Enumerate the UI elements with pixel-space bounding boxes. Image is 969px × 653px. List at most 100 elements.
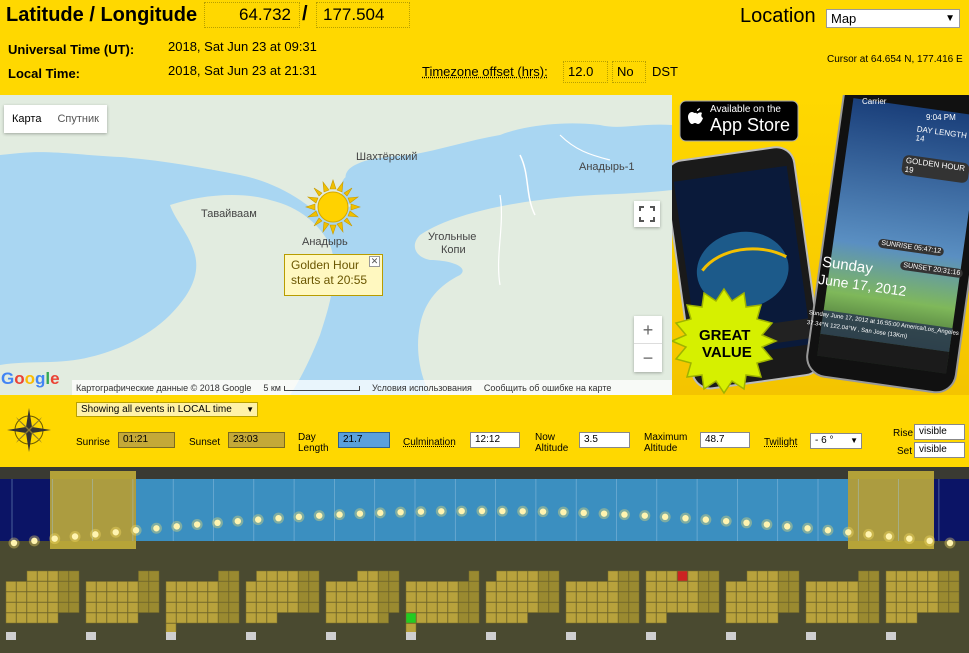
calendar-day	[148, 591, 160, 603]
calendar-day	[388, 602, 400, 613]
twilight-select-value: - 6 °	[815, 435, 834, 446]
fullscreen-icon	[639, 206, 655, 222]
location-select[interactable]: Map ▼	[826, 9, 960, 28]
map-view[interactable]: Карта Спутник Шахтёрский Анадырь-1 Тавай…	[0, 95, 672, 395]
chevron-down-icon: ▼	[246, 405, 254, 414]
twilight-select[interactable]: - 6 ° ▼	[810, 433, 862, 449]
sun-path-dot	[621, 511, 628, 518]
report-error-link[interactable]: Сообщить об ошибке на карте	[484, 383, 611, 393]
longitude-field[interactable]: 177.504	[316, 2, 410, 28]
ut-value[interactable]: 2018, Sat Jun 23 at 09:31	[168, 39, 317, 54]
calendar-day	[37, 602, 48, 613]
calendar-day	[607, 612, 619, 624]
calendar-day	[58, 591, 69, 603]
now-altitude-label-1: Now	[535, 432, 556, 443]
calendar-day	[266, 591, 278, 603]
calendar-day	[228, 581, 240, 592]
latitude-field[interactable]: 64.732	[204, 2, 300, 28]
zoom-in-button[interactable]: +	[634, 316, 662, 344]
calendar-day	[826, 591, 838, 603]
calendar-day	[218, 591, 229, 603]
calendar-day	[778, 602, 789, 613]
calendar-day	[58, 570, 69, 582]
calendar-day	[725, 591, 737, 603]
calendar-day	[308, 581, 320, 592]
calendar-day	[938, 581, 949, 592]
calendar-day	[5, 612, 17, 624]
calendar-day	[736, 612, 747, 624]
calendar-day	[948, 602, 960, 613]
calendar-day	[106, 591, 118, 603]
events-select[interactable]: Showing all events in LOCAL time ▼	[76, 402, 258, 417]
calendar-day	[405, 581, 417, 592]
calendar-day	[656, 612, 667, 624]
calendar-day	[767, 612, 779, 624]
calendar-day	[186, 591, 198, 603]
sun-timeline-and-calendar[interactable]	[0, 467, 969, 653]
calendar-day	[367, 591, 379, 603]
compass-icon[interactable]	[6, 402, 52, 454]
calendar-day	[565, 612, 577, 624]
calendar-day	[938, 602, 949, 613]
calendar-day	[26, 581, 38, 592]
calendar-day	[506, 570, 518, 582]
calendar-day	[357, 591, 368, 603]
sun-path-dot	[356, 510, 364, 517]
calendar-day	[858, 612, 869, 624]
calendar-day	[106, 581, 118, 592]
calendar-day	[938, 591, 949, 603]
calendar-day	[517, 602, 528, 613]
calendar-day	[346, 602, 358, 613]
fullscreen-button[interactable]	[634, 201, 660, 227]
calendar-day	[938, 570, 949, 582]
calendar-day	[538, 581, 549, 592]
calendar-day	[416, 612, 427, 624]
sun-path-dot	[417, 508, 425, 515]
app-store-ad[interactable]: Available on the App Store GREAT VALUE C…	[672, 95, 969, 395]
calendar-day	[266, 581, 278, 592]
calendar-day	[628, 591, 640, 603]
map-scale[interactable]: 5 км	[263, 383, 360, 393]
tab-map[interactable]: Карта	[4, 105, 49, 133]
calendar-day	[538, 602, 549, 613]
calendar-day	[698, 602, 709, 613]
ad-available: Available on the	[710, 104, 781, 115]
rise-visibility-field[interactable]: visible	[914, 424, 965, 440]
sun-path-dot	[10, 539, 18, 547]
timezone-offset-field[interactable]: 12.0	[563, 61, 608, 83]
calendar-day	[628, 602, 640, 613]
close-icon[interactable]: ✕	[369, 256, 380, 267]
sun-path-dot	[865, 531, 872, 538]
calendar-day	[388, 581, 400, 592]
sun-path-dot	[193, 521, 201, 528]
tab-satellite[interactable]: Спутник	[49, 105, 106, 133]
ad-value: VALUE	[702, 344, 752, 361]
calendar-day	[458, 591, 469, 603]
calendar-day	[447, 612, 459, 624]
sun-path-dot	[234, 517, 242, 525]
calendar-day	[885, 602, 897, 613]
calendar-day	[197, 581, 208, 592]
place-label: Тавайваам	[201, 208, 257, 220]
calendar-day	[607, 602, 619, 613]
calendar-day	[287, 570, 299, 582]
terms-link[interactable]: Условия использования	[372, 383, 472, 393]
set-visibility-field[interactable]: visible	[914, 442, 965, 458]
calendar-day	[917, 570, 928, 582]
zoom-control: + −	[634, 316, 662, 372]
calendar-day	[165, 591, 177, 603]
scale-bar	[283, 385, 360, 391]
calendar-day	[628, 581, 640, 592]
calendar-day	[256, 612, 267, 624]
calendar-day	[837, 602, 848, 613]
calendar-day	[68, 581, 80, 592]
calendar-day	[485, 581, 497, 592]
cursor-coordinates: Cursor at 64.654 N, 177.416 E	[827, 54, 963, 65]
calendar-day	[367, 602, 379, 613]
zoom-out-button[interactable]: −	[634, 344, 662, 372]
dst-field[interactable]: No	[612, 61, 646, 83]
calendar-day	[197, 591, 208, 603]
calendar-day	[218, 602, 229, 613]
now-altitude-value: 3.5	[579, 432, 630, 448]
local-time-value[interactable]: 2018, Sat Jun 23 at 21:31	[168, 63, 317, 78]
